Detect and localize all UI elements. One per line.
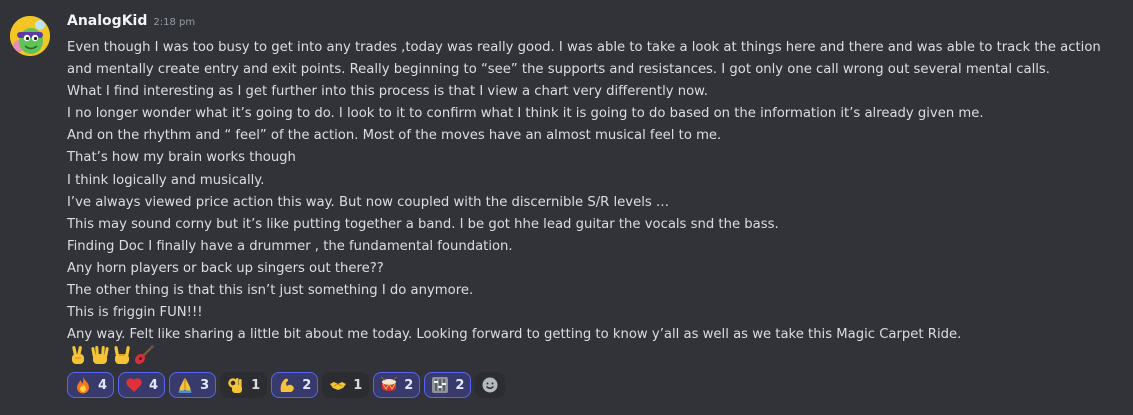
reaction-heart[interactable]: 4 bbox=[118, 372, 166, 398]
add-reaction-button[interactable] bbox=[475, 372, 506, 398]
ok-hand-icon bbox=[228, 378, 243, 393]
reaction-count: 4 bbox=[149, 377, 159, 393]
sign-of-horns-icon bbox=[114, 346, 130, 364]
message-line: This is friggin FUN!!! bbox=[67, 305, 203, 321]
reaction-count: 3 bbox=[200, 377, 210, 393]
avatar[interactable] bbox=[10, 16, 50, 56]
reaction-count: 4 bbox=[98, 377, 108, 393]
victory-hand-icon bbox=[72, 346, 84, 364]
message-line: The other thing is that this isn’t just … bbox=[67, 283, 474, 299]
handshake-icon bbox=[330, 382, 347, 390]
folded-hands-icon bbox=[178, 378, 192, 393]
fire-icon bbox=[77, 377, 89, 394]
message-line: I no longer wonder what it’s going to do… bbox=[67, 106, 984, 122]
message-line: Any horn players or back up singers out … bbox=[67, 260, 384, 276]
message-line: Finding Doc I finally have a drummer , t… bbox=[67, 238, 513, 254]
message-content: Even though I was too busy to get into a… bbox=[67, 37, 1127, 346]
timestamp[interactable]: 2:18 pm bbox=[153, 17, 195, 28]
reaction-count: 2 bbox=[404, 377, 414, 393]
avatar-image bbox=[10, 16, 50, 56]
reaction-fire[interactable]: 4 bbox=[67, 372, 115, 398]
message-header: AnalogKid 2:18 pm bbox=[67, 13, 195, 35]
reaction-handshake[interactable]: 1 bbox=[322, 372, 370, 398]
smiley-icon bbox=[482, 377, 498, 393]
guitar-icon bbox=[134, 344, 155, 365]
message-line: What I find interesting as I get further… bbox=[67, 84, 708, 100]
message-line: I’ve always viewed price action this way… bbox=[67, 194, 670, 210]
vulcan-salute-icon bbox=[91, 346, 109, 364]
message-line: I think logically and musically. bbox=[67, 172, 265, 188]
message-line: This may sound corny but it’s like putti… bbox=[67, 216, 779, 232]
username[interactable]: AnalogKid bbox=[67, 13, 147, 29]
flexed-biceps-icon bbox=[280, 378, 294, 392]
trailing-emoji-row bbox=[67, 343, 155, 367]
reaction-level-slider[interactable]: 2 bbox=[424, 372, 472, 398]
reaction-drum[interactable]: 2 bbox=[373, 372, 421, 398]
message-line: That’s how my brain works though bbox=[67, 150, 296, 166]
level-slider-icon bbox=[432, 377, 449, 393]
reaction-count: 1 bbox=[353, 377, 363, 393]
reaction-ok-hand[interactable]: 1 bbox=[220, 372, 268, 398]
chat-message: AnalogKid 2:18 pm Even though I was too … bbox=[0, 0, 1133, 415]
reaction-folded-hands[interactable]: 3 bbox=[169, 372, 217, 398]
reactions-bar: 4 4 3 1 2 1 2 2 bbox=[67, 372, 506, 398]
reaction-biceps[interactable]: 2 bbox=[271, 372, 319, 398]
message-line: Even though I was too busy to get into a… bbox=[67, 40, 1101, 55]
red-heart-icon bbox=[126, 378, 142, 392]
message-line: Any way. Felt like sharing a little bit … bbox=[67, 327, 962, 343]
message-line: and mentally create entry and exit point… bbox=[67, 62, 1050, 78]
reaction-count: 1 bbox=[251, 377, 261, 393]
reaction-count: 2 bbox=[455, 377, 465, 393]
reaction-count: 2 bbox=[302, 377, 312, 393]
message-line: And on the rhythm and “ feel” of the act… bbox=[67, 128, 722, 144]
drum-icon bbox=[380, 376, 398, 391]
